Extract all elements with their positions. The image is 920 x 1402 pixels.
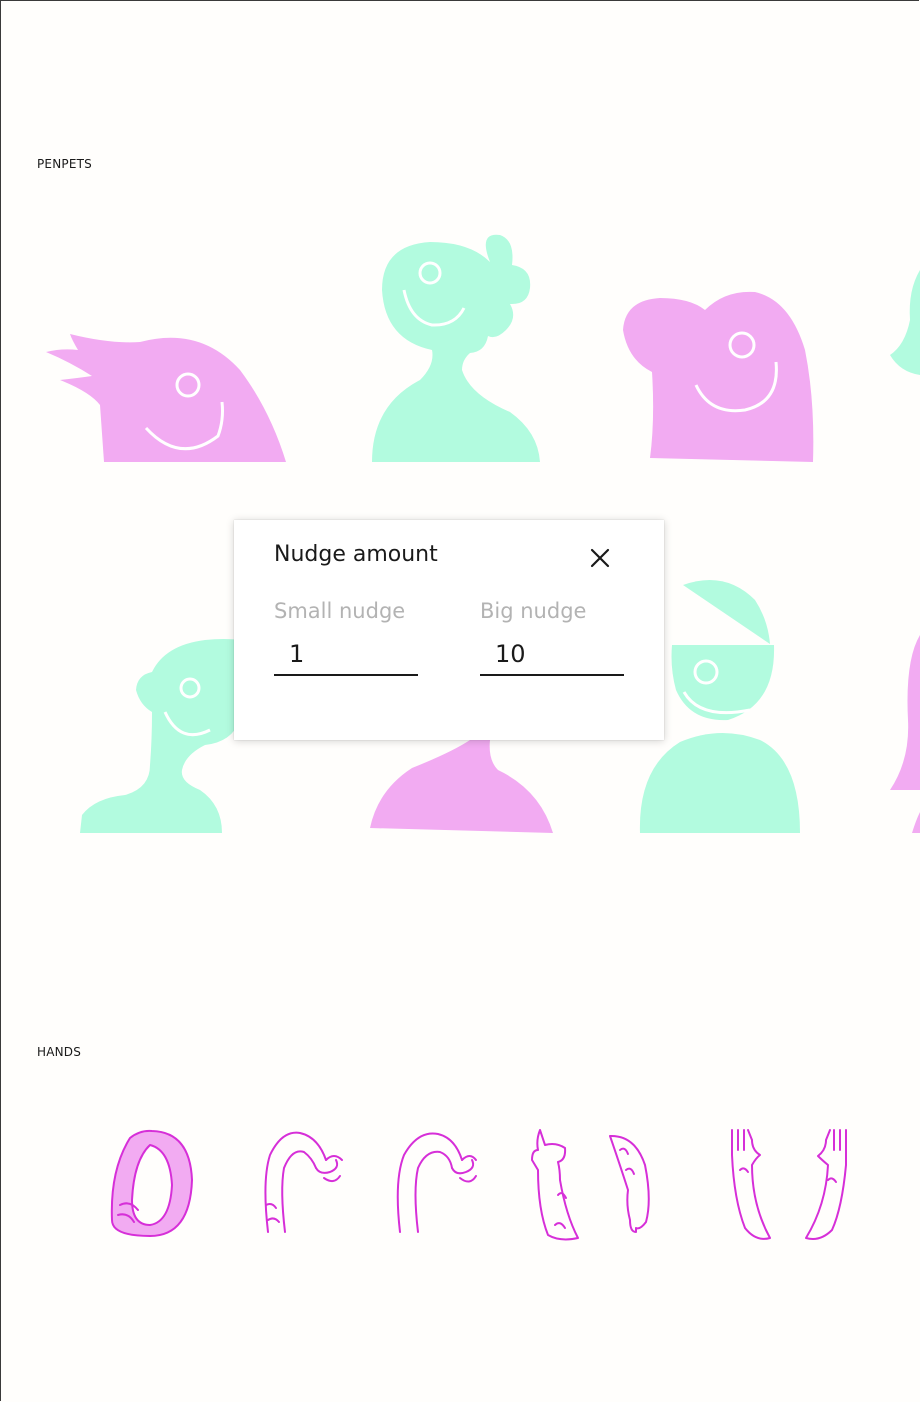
big-nudge-input[interactable] <box>480 640 624 676</box>
hand-loop[interactable] <box>110 1129 193 1237</box>
hand-point-down[interactable] <box>609 1134 650 1233</box>
hand-arch-right[interactable] <box>396 1132 477 1233</box>
hand-point-up[interactable] <box>531 1129 579 1241</box>
penpet-curly-mint[interactable] <box>372 234 540 462</box>
penpet-wavy-mint[interactable] <box>80 639 240 833</box>
penpet-mouse-pink[interactable] <box>623 291 814 462</box>
hand-arch-left[interactable] <box>264 1131 343 1233</box>
penpet-bird-pink[interactable] <box>46 334 286 462</box>
small-nudge-input[interactable] <box>274 640 418 676</box>
big-nudge-field: Big nudge <box>480 596 624 676</box>
hand-wave-left[interactable] <box>731 1129 771 1240</box>
big-nudge-label: Big nudge <box>480 599 587 623</box>
close-button[interactable] <box>584 542 616 574</box>
penpet-partial-mint-top[interactable] <box>890 270 920 375</box>
hand-wave-right[interactable] <box>805 1129 847 1240</box>
nudge-amount-dialog: Nudge amount Small nudge Big nudge <box>234 520 664 740</box>
close-icon[interactable] <box>584 542 616 574</box>
small-nudge-field: Small nudge <box>274 596 418 676</box>
penpet-partial-pink-bottom[interactable] <box>890 635 920 833</box>
small-nudge-label: Small nudge <box>274 599 406 623</box>
dialog-title: Nudge amount <box>274 542 438 567</box>
penpet-bust-pink[interactable] <box>370 740 553 833</box>
